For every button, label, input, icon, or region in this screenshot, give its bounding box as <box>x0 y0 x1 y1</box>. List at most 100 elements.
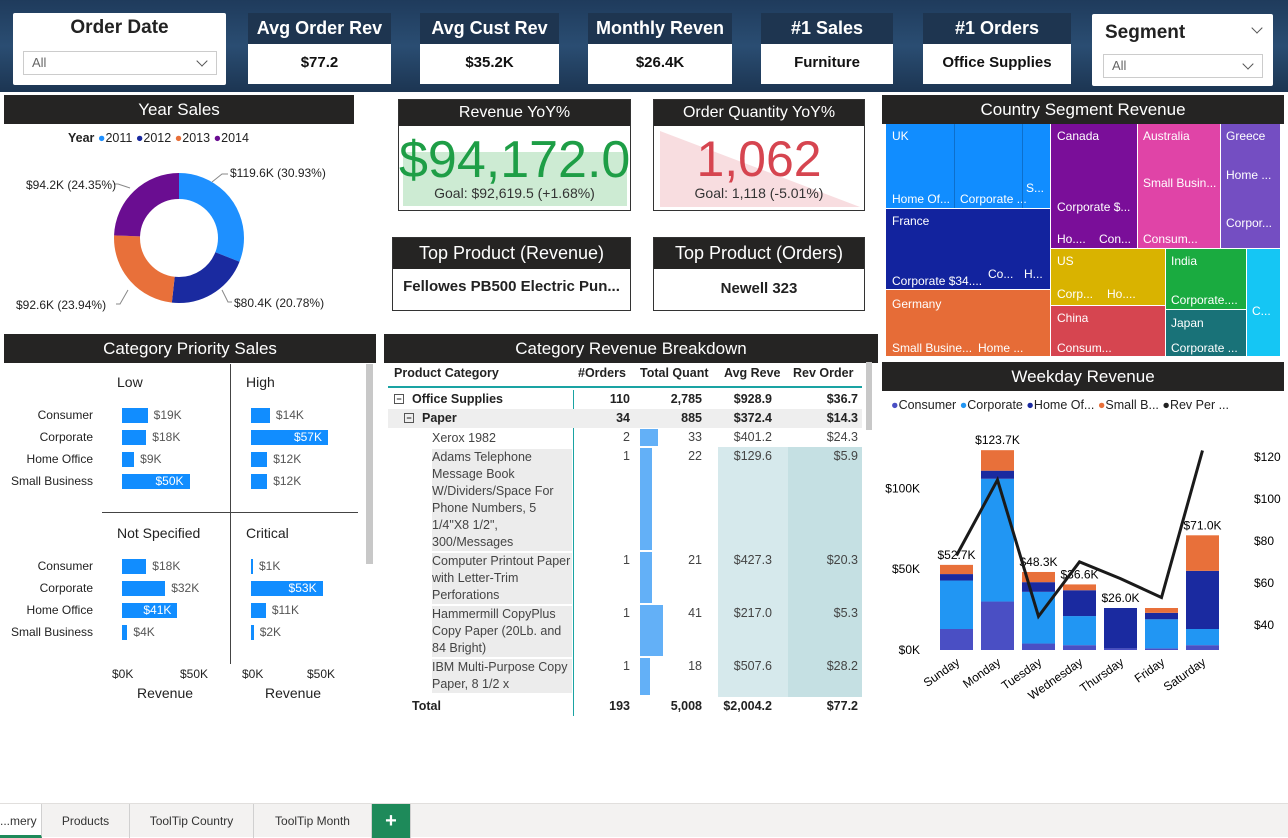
treemap-japan[interactable]: Japan Corporate ... <box>1166 310 1246 356</box>
priority-bar[interactable] <box>251 603 266 618</box>
treemap-india[interactable]: India Corporate.... <box>1166 249 1246 309</box>
bar-segment[interactable] <box>1145 612 1178 620</box>
year-sales-legend: Year ●2011 ●2012 ●2013 ●2014 <box>68 131 249 145</box>
col-header-rev-order[interactable]: Rev Order <box>793 366 853 380</box>
treemap-germany[interactable]: Germany Small Busine... Home ... <box>886 290 1050 356</box>
bar-segment[interactable] <box>1063 616 1096 646</box>
x-tick: Thursday <box>1077 655 1126 695</box>
country-segment-title: Country Segment Revenue <box>882 95 1284 124</box>
bar-segment[interactable] <box>981 450 1014 471</box>
revenue-yoy-card: Revenue YoY% $94,172.0 Goal: $92,619.5 (… <box>398 99 631 211</box>
priority-bar[interactable] <box>122 408 148 423</box>
tab-products[interactable]: Products <box>42 804 130 838</box>
col-header-quantity[interactable]: Total Quant <box>640 366 709 380</box>
bar-segment[interactable] <box>1145 619 1178 649</box>
table-row[interactable]: Hammermill CopyPlus Copy Paper (20Lb. an… <box>388 604 862 657</box>
matrix-scrollbar[interactable] <box>866 362 872 430</box>
kpi-value: Furniture <box>761 44 893 84</box>
bar-total-label: $26.0K <box>1101 591 1139 605</box>
legend-2014: 2014 <box>221 131 249 145</box>
table-row[interactable]: Computer Printout Paper with Letter-Trim… <box>388 551 862 604</box>
priority-bar[interactable] <box>251 559 253 574</box>
tab-tooltip-month[interactable]: ToolTip Month <box>254 804 372 838</box>
col-header-avg-revenue[interactable]: Avg Reve <box>724 366 781 380</box>
bar-segment[interactable] <box>1022 643 1055 650</box>
y2-tick: $80 <box>1254 534 1274 548</box>
bar-value: $12K <box>273 452 302 466</box>
order-date-dropdown[interactable]: All <box>23 51 217 75</box>
treemap-china[interactable]: China Consum... <box>1051 306 1165 356</box>
segment-dropdown[interactable]: All <box>1103 54 1263 78</box>
priority-bar[interactable] <box>122 625 128 640</box>
legend-title: Year <box>68 131 95 145</box>
priority-bar[interactable] <box>122 559 147 574</box>
top-product-revenue-title: Top Product (Revenue) <box>393 238 630 269</box>
breakdown-matrix[interactable]: Product Category #Orders Total Quant Avg… <box>388 362 874 718</box>
bar-segment[interactable] <box>1186 645 1219 650</box>
panel-title-high: High <box>246 374 275 390</box>
quantity-databar <box>640 429 659 446</box>
bar-segment[interactable] <box>981 601 1014 650</box>
treemap-canada[interactable]: Canada Corporate $... Ho.... Con... <box>1051 124 1137 248</box>
bar-segment[interactable] <box>1063 584 1096 591</box>
quantity-databar <box>640 605 663 656</box>
expand-icon[interactable]: − <box>404 413 414 423</box>
y2-tick: $40 <box>1254 618 1274 632</box>
category-priority-chart[interactable]: Low High Not Specified Critical Consumer… <box>0 364 378 720</box>
bar-segment[interactable] <box>981 478 1014 602</box>
bar-segment[interactable] <box>1186 570 1219 629</box>
kpi-label: #1 Orders <box>923 13 1071 44</box>
bar-segment[interactable] <box>1186 629 1219 646</box>
priority-bar[interactable] <box>251 625 254 640</box>
order-date-slicer[interactable]: Order Date All <box>13 13 226 85</box>
priority-bar[interactable] <box>122 430 147 445</box>
table-row[interactable]: Xerox 1982 2 33 $401.2 $24.3 <box>388 428 862 447</box>
col-header-category[interactable]: Product Category <box>394 366 499 380</box>
bar-segment[interactable] <box>940 629 973 650</box>
bar-segment[interactable] <box>940 574 973 581</box>
tab-tooltip-country[interactable]: ToolTip Country <box>130 804 254 838</box>
table-row[interactable]: Adams Telephone Message Book W/Dividers/… <box>388 447 862 551</box>
priority-bar[interactable] <box>251 474 268 489</box>
priority-bar[interactable] <box>251 408 270 423</box>
breakdown-title: Category Revenue Breakdown <box>384 334 878 363</box>
add-page-button[interactable]: + <box>372 804 411 838</box>
bar-value: $12K <box>273 474 302 488</box>
treemap-uk[interactable]: UK Home Of... Corporate ... S... <box>886 124 1050 208</box>
treemap-australia[interactable]: Australia Small Busin... Consum... <box>1138 124 1220 248</box>
order-qty-yoy-value: 1,062 <box>696 131 822 187</box>
weekday-revenue-chart[interactable]: $0K$50K$100K$40$60$80$100$120$52.7KSunda… <box>882 420 1284 720</box>
row-paper[interactable]: − Paper 34 885 $372.4 $14.3 <box>388 409 862 428</box>
country-treemap[interactable]: UK Home Of... Corporate ... S... Canada Corp… <box>886 124 1280 356</box>
bar-segment[interactable] <box>1063 645 1096 650</box>
segment-slicer[interactable]: Segment All <box>1092 14 1273 86</box>
treemap-c[interactable]: C... <box>1247 249 1280 356</box>
bar-segment[interactable] <box>1186 535 1219 571</box>
bar-segment[interactable] <box>1104 608 1137 649</box>
bar-segment[interactable] <box>1145 648 1178 650</box>
bar-segment[interactable] <box>1104 648 1137 650</box>
expand-icon[interactable]: − <box>394 394 404 404</box>
bar-total-label: $123.7K <box>975 433 1020 447</box>
legend-2012: 2012 <box>143 131 172 145</box>
treemap-greece[interactable]: Greece Home ... Corpor... <box>1221 124 1280 248</box>
legend-small-business: Small B... <box>1105 398 1159 412</box>
bar-segment[interactable] <box>1022 582 1055 592</box>
table-row[interactable]: IBM Multi-Purpose Copy Paper, 8 1/2 x 1 18… <box>388 657 862 696</box>
col-header-orders[interactable]: #Orders <box>578 366 626 380</box>
bar-segment[interactable] <box>1145 608 1178 613</box>
treemap-france[interactable]: France Corporate $34.... Co... H... <box>886 209 1050 289</box>
kpi-value: $26.4K <box>588 44 732 84</box>
chevron-down-icon[interactable] <box>1251 22 1263 34</box>
x-tick: Saturday <box>1161 655 1208 694</box>
treemap-us[interactable]: US Corp... Ho.... <box>1051 249 1165 305</box>
y-tick: $50K <box>892 562 920 576</box>
priority-bar[interactable] <box>122 581 166 596</box>
bar-segment[interactable] <box>1063 590 1096 617</box>
row-office-supplies[interactable]: − Office Supplies 110 2,785 $928.9 $36.7 <box>388 390 862 409</box>
priority-bar[interactable] <box>251 452 268 467</box>
priority-bar[interactable] <box>122 452 135 467</box>
bar-segment[interactable] <box>940 580 973 629</box>
bar-segment[interactable] <box>940 564 973 575</box>
tab-summary[interactable]: ...mery <box>0 804 42 838</box>
